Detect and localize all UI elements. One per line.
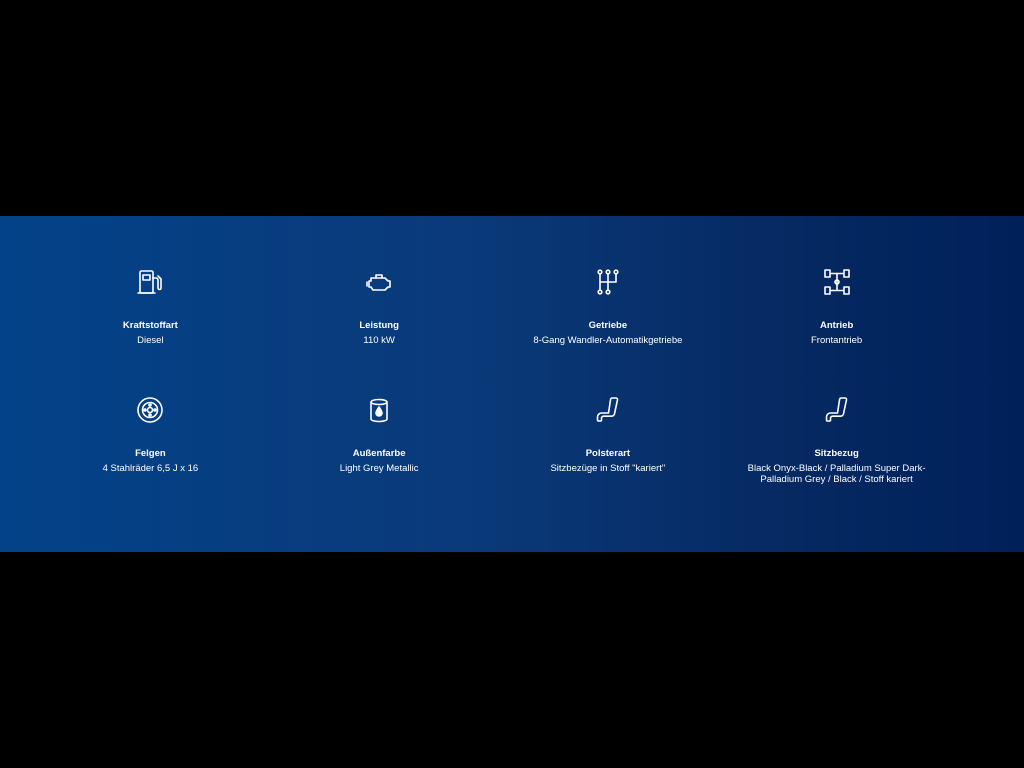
spec-value: Light Grey Metallic — [339, 463, 419, 474]
specs-banner: Kraftstoffart Diesel Leistung 110 kW Get… — [0, 216, 1024, 552]
gear-shift-icon — [592, 266, 624, 298]
spec-value: Sitzbezüge in Stoff "kariert" — [550, 463, 666, 474]
spec-label: Felgen — [135, 448, 166, 459]
spec-upholstery: Polsterart Sitzbezüge in Stoff "kariert" — [494, 394, 723, 522]
spec-value: 8-Gang Wandler-Automatikgetriebe — [533, 335, 683, 346]
drivetrain-icon — [821, 266, 853, 298]
spec-value: 4 Stahlräder 6,5 J x 16 — [102, 463, 199, 474]
spec-power: Leistung 110 kW — [265, 266, 494, 394]
spec-exterior-color: Außenfarbe Light Grey Metallic — [265, 394, 494, 522]
seat-icon — [592, 394, 624, 426]
wheel-rim-icon — [134, 394, 166, 426]
engine-icon — [363, 266, 395, 298]
spec-label: Außenfarbe — [352, 448, 406, 459]
specs-grid: Kraftstoffart Diesel Leistung 110 kW Get… — [36, 266, 951, 522]
spec-value: Diesel — [137, 335, 164, 346]
spec-value: 110 kW — [363, 335, 395, 346]
spec-label: Sitzbezug — [814, 448, 859, 459]
fuel-pump-icon — [134, 266, 166, 298]
seat-icon — [821, 394, 853, 426]
spec-drive: Antrieb Frontantrieb — [722, 266, 951, 394]
spec-fuel-type: Kraftstoffart Diesel — [36, 266, 265, 394]
paint-can-icon — [363, 394, 395, 426]
spec-label: Antrieb — [820, 320, 854, 331]
spec-rims: Felgen 4 Stahlräder 6,5 J x 16 — [36, 394, 265, 522]
spec-value: Frontantrieb — [811, 335, 863, 346]
spec-label: Kraftstoffart — [122, 320, 178, 331]
spec-label: Getriebe — [588, 320, 628, 331]
spec-label: Polsterart — [585, 448, 631, 459]
spec-label: Leistung — [359, 320, 399, 331]
spec-value: Black Onyx-Black / Palladium Super Dark-… — [747, 463, 926, 485]
spec-seat-cover: Sitzbezug Black Onyx-Black / Palladium S… — [722, 394, 951, 522]
spec-transmission: Getriebe 8-Gang Wandler-Automatikgetrieb… — [494, 266, 723, 394]
